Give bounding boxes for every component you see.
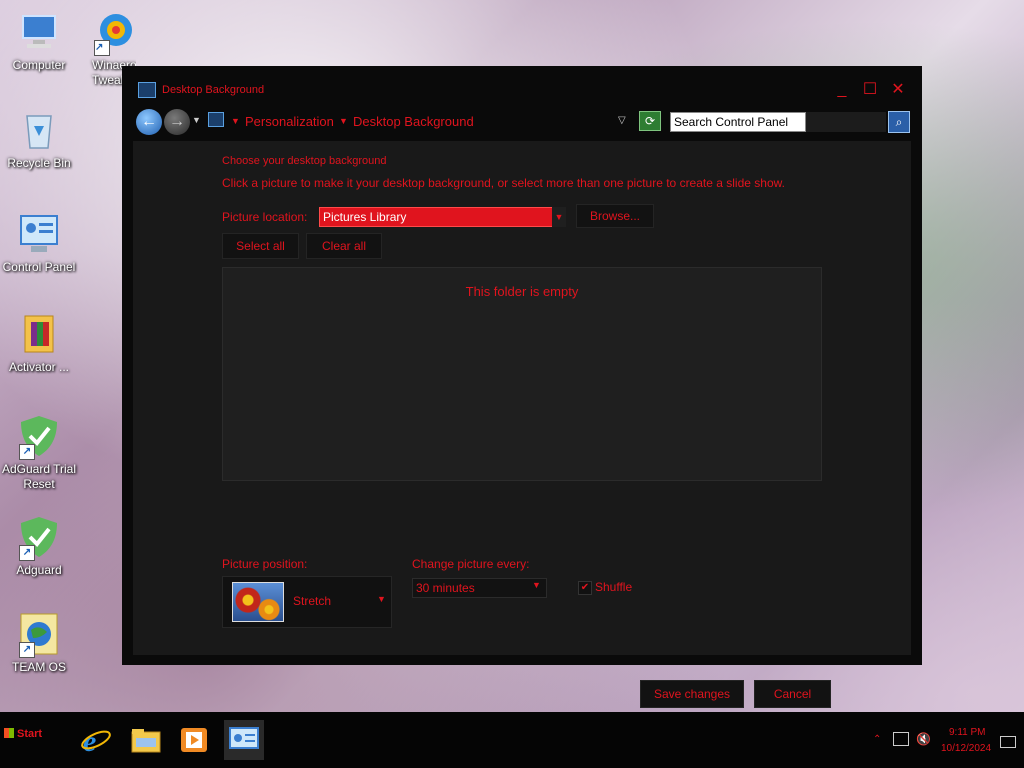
windows-logo-icon [4, 728, 14, 738]
cancel-button[interactable]: Cancel [754, 680, 831, 708]
close-button[interactable]: ✕ [888, 80, 908, 100]
team-os-globe-icon: ↗ [17, 612, 61, 658]
internet-explorer-icon[interactable]: e [80, 724, 112, 758]
clear-all-button[interactable]: Clear all [306, 233, 382, 259]
shortcut-arrow-icon: ↗ [94, 40, 110, 56]
desktop-icon-label: Activator ... [8, 360, 70, 374]
navigation-bar: ← → ▼ ▼ Personalization ▼ Desktop Backgr… [134, 107, 912, 139]
taskbar: Start e ⌃ 🔇 9:11 PM 10/12/2024 [0, 712, 1024, 768]
back-arrow-icon[interactable]: ← [136, 109, 162, 135]
change-picture-select[interactable]: 30 minutes [412, 578, 547, 598]
file-explorer-icon[interactable] [130, 724, 162, 756]
desktop-icon-adguard-trial-reset[interactable]: ↗ AdGuard Trial Reset [0, 414, 79, 492]
picture-position-value: Stretch [293, 594, 332, 608]
refresh-icon[interactable]: ⟳ [639, 111, 661, 131]
clock-date[interactable]: 10/12/2024 [941, 743, 991, 754]
empty-folder-message: This folder is empty [465, 284, 579, 299]
adguard-shield-icon: ↗ [17, 414, 61, 460]
desktop-icon-label: Adguard [16, 563, 62, 577]
media-player-icon[interactable] [178, 724, 210, 756]
chevron-down-icon[interactable]: ▼ [532, 580, 541, 590]
desktop-icon-control-panel[interactable]: Control Panel [0, 212, 79, 275]
recent-pages-chevron-icon[interactable]: ▼ [192, 115, 201, 125]
winaero-icon: ↗ [92, 10, 136, 56]
minimize-button[interactable]: _ [832, 80, 852, 100]
control-panel-icon [208, 112, 224, 127]
window-title: Desktop Background [162, 84, 265, 96]
desktop-icon-label: Control Panel [2, 260, 76, 274]
desktop-icon-team-os[interactable]: ↗ TEAM OS [0, 612, 79, 675]
desktop-icon-label: TEAM OS [11, 660, 66, 674]
clock-time[interactable]: 9:11 PM [949, 727, 986, 738]
breadcrumb-desktop-background[interactable]: Desktop Background [353, 114, 474, 129]
search-box [670, 112, 886, 132]
recycle-bin-icon [17, 108, 61, 152]
picture-location-select[interactable]: Pictures Library [319, 207, 554, 227]
start-label: Start [17, 728, 43, 740]
show-hidden-icons-chevron-icon[interactable]: ⌃ [873, 734, 881, 745]
picture-position-preview [232, 582, 284, 622]
desktop-icon-adguard[interactable]: ↗ Adguard [0, 515, 79, 578]
shuffle-label[interactable]: Shuffle [595, 580, 632, 594]
address-dropdown-icon[interactable]: ▽ [618, 115, 626, 126]
computer-icon [17, 10, 61, 54]
desktop-icon-computer[interactable]: Computer [0, 10, 79, 73]
breadcrumb-personalization[interactable]: Personalization [245, 114, 334, 129]
picture-position-select[interactable]: Stretch ▼ [222, 576, 392, 628]
maximize-button[interactable]: ☐ [860, 80, 880, 100]
breadcrumb-separator-icon[interactable]: ▼ [339, 116, 348, 126]
start-button[interactable]: Start [4, 728, 42, 740]
desktop-icon-label: Recycle Bin [7, 156, 71, 170]
picture-position-label: Picture position: [222, 557, 308, 571]
shortcut-arrow-icon: ↗ [19, 545, 35, 561]
browse-button[interactable]: Browse... [576, 204, 654, 228]
select-all-button[interactable]: Select all [222, 233, 299, 259]
search-input[interactable] [670, 112, 806, 132]
chevron-down-icon[interactable]: ▼ [552, 207, 566, 227]
desktop-background-window: Desktop Background _ ☐ ✕ ← → ▼ ▼ Persona… [122, 66, 922, 708]
volume-muted-icon[interactable]: 🔇 [916, 732, 931, 746]
show-desktop-icon[interactable] [1000, 736, 1016, 748]
chevron-down-icon: ▼ [377, 594, 386, 604]
archive-folder-icon [17, 312, 61, 356]
change-picture-label: Change picture every: [412, 557, 530, 571]
save-changes-button[interactable]: Save changes [640, 680, 744, 708]
picture-list-area[interactable]: This folder is empty [222, 267, 822, 481]
control-panel-icon [17, 212, 61, 256]
main-content: Choose your desktop background Click a p… [133, 141, 911, 708]
picture-location-label: Picture location: [222, 210, 308, 224]
control-panel-icon [138, 82, 156, 98]
shortcut-arrow-icon: ↗ [19, 444, 35, 460]
desktop-icon-label: AdGuard Trial Reset [1, 462, 77, 491]
search-icon[interactable]: ⌕ [888, 111, 910, 133]
network-icon[interactable] [893, 732, 909, 746]
desktop-icon-label: Computer [12, 58, 66, 72]
adguard-shield-icon: ↗ [17, 515, 61, 561]
shortcut-arrow-icon: ↗ [19, 642, 35, 658]
control-panel-icon[interactable] [224, 720, 264, 760]
desktop-icon-activator[interactable]: Activator ... [0, 312, 79, 375]
breadcrumb-separator-icon[interactable]: ▼ [231, 116, 240, 126]
page-description: Click a picture to make it your desktop … [222, 176, 785, 190]
title-bar[interactable]: Desktop Background _ ☐ ✕ [122, 66, 922, 112]
desktop-icon-recycle-bin[interactable]: Recycle Bin [0, 108, 79, 171]
shuffle-checkbox[interactable]: ✔ [578, 581, 592, 595]
forward-arrow-icon[interactable]: → [164, 109, 190, 135]
page-heading: Choose your desktop background [222, 155, 387, 167]
